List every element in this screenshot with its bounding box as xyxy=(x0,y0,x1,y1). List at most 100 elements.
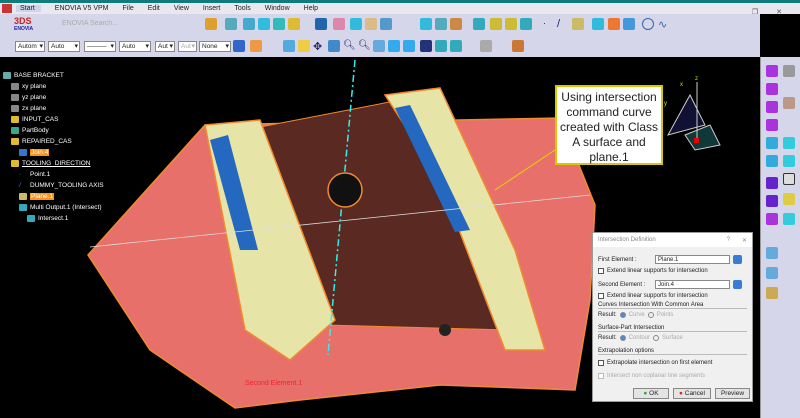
transparency-select[interactable]: Auto xyxy=(48,41,80,52)
split-icon[interactable] xyxy=(380,18,392,30)
fillet-icon[interactable] xyxy=(420,18,432,30)
point-icon[interactable]: · xyxy=(543,18,555,30)
compass-icon[interactable] xyxy=(783,213,795,225)
second-element-field[interactable]: Join.4 xyxy=(655,280,730,289)
extend-linear-2-checkbox[interactable] xyxy=(598,293,604,299)
tree-item-yz-plane[interactable]: yz plane xyxy=(11,94,46,101)
tree-item-point1[interactable]: · Point.1 xyxy=(19,171,50,178)
menu-edit[interactable]: Edit xyxy=(148,5,160,12)
extract-icon[interactable] xyxy=(473,18,485,30)
multisection-icon[interactable] xyxy=(315,18,327,30)
fly-mode-icon[interactable] xyxy=(283,40,295,52)
multi-view-icon[interactable] xyxy=(388,40,400,52)
menu-insert[interactable]: Insert xyxy=(203,5,221,12)
curvature-icon[interactable] xyxy=(766,287,778,299)
close-surface-icon[interactable] xyxy=(766,155,778,167)
menu-start[interactable]: Start xyxy=(16,5,41,12)
apply-material-icon[interactable] xyxy=(512,40,524,52)
curve-icon[interactable] xyxy=(592,18,604,30)
menu-window[interactable]: Window xyxy=(265,5,290,12)
dialog-close-button[interactable]: ✕ xyxy=(742,237,747,244)
tree-root[interactable]: BASE BRACKET xyxy=(3,72,64,79)
extend-linear-1-checkbox[interactable] xyxy=(598,268,604,274)
help-button[interactable]: ? xyxy=(727,237,730,243)
line-icon[interactable]: / xyxy=(557,18,569,30)
tree-item-partbody[interactable]: PartBody xyxy=(11,127,49,134)
chamfer-icon[interactable] xyxy=(435,18,447,30)
thickness-select[interactable]: Auto xyxy=(119,41,151,52)
sweep-icon[interactable] xyxy=(288,18,300,30)
measure-icon[interactable] xyxy=(480,40,492,52)
tree-item-tooling-direction[interactable]: TOOLING_DIRECTION xyxy=(11,160,91,167)
menu-enovia[interactable]: ENOVIA V5 VPM xyxy=(55,5,109,12)
groove-icon[interactable] xyxy=(766,119,778,131)
first-element-picker-icon[interactable] xyxy=(733,255,742,264)
color-select[interactable]: Autom xyxy=(15,41,45,52)
plane-icon[interactable] xyxy=(572,18,584,30)
circle-icon[interactable] xyxy=(642,18,654,30)
contour-radio[interactable] xyxy=(619,335,626,341)
ok-button[interactable]: ● OK xyxy=(633,388,669,399)
tree-item-repaired-cas[interactable]: REPAIRED_CAS xyxy=(11,138,72,145)
tree-item-join4[interactable]: Join.4 xyxy=(19,149,50,156)
first-element-field[interactable]: Plane.1 xyxy=(655,255,730,264)
constraint-icon[interactable] xyxy=(783,137,795,149)
corner-icon[interactable] xyxy=(608,18,620,30)
menu-view[interactable]: View xyxy=(174,5,189,12)
curve-radio[interactable] xyxy=(619,312,626,318)
sew-icon[interactable] xyxy=(766,195,778,207)
analysis-icon[interactable] xyxy=(766,247,778,259)
snap-icon[interactable] xyxy=(783,155,795,167)
thick-surface-icon[interactable] xyxy=(766,137,778,149)
layer-select-b[interactable]: Aut xyxy=(178,41,197,52)
offset-icon[interactable] xyxy=(273,18,285,30)
zoom-out-icon[interactable]: 🔍︎ xyxy=(358,40,371,52)
split-solid-icon[interactable] xyxy=(766,177,778,189)
sphere-icon[interactable] xyxy=(258,18,270,30)
shading-icon[interactable] xyxy=(420,40,432,52)
paintbrush-icon[interactable] xyxy=(233,40,245,52)
menu-help[interactable]: Help xyxy=(304,5,318,12)
tree-item-dummy-axis[interactable]: / DUMMY_TOOLING AXIS xyxy=(19,182,104,189)
draft-analysis-icon[interactable] xyxy=(766,267,778,279)
close-button[interactable]: ✕ xyxy=(776,8,782,16)
intersect-icon[interactable] xyxy=(505,18,517,30)
pocket-icon[interactable] xyxy=(766,83,778,95)
axis-system-icon[interactable] xyxy=(783,193,795,205)
transform-icon[interactable] xyxy=(450,18,462,30)
pan-icon[interactable]: ✥ xyxy=(313,40,325,53)
swap-space-icon[interactable] xyxy=(450,40,462,52)
spline-icon[interactable]: ∿ xyxy=(658,18,670,31)
second-element-picker-icon[interactable] xyxy=(733,280,742,289)
enovia-search-button[interactable]: ENOVIA Search... xyxy=(62,20,118,27)
fill-icon[interactable] xyxy=(333,18,345,30)
tree-item-xy-plane[interactable]: xy plane xyxy=(11,83,46,90)
project-icon[interactable] xyxy=(520,18,532,30)
layer-select[interactable]: None xyxy=(199,41,231,52)
tree-item-plane1[interactable]: Plane.1 xyxy=(19,193,55,200)
shaft-icon[interactable] xyxy=(766,101,778,113)
noncoplanar-checkbox[interactable] xyxy=(598,373,604,379)
zoom-in-icon[interactable]: 🔍︎ xyxy=(343,40,356,52)
rotate-icon[interactable] xyxy=(328,40,340,52)
pad-icon[interactable] xyxy=(766,65,778,77)
body-op-icon[interactable] xyxy=(766,213,778,225)
painter-icon[interactable] xyxy=(250,40,262,52)
hide-show-icon[interactable] xyxy=(435,40,447,52)
linetype-select[interactable]: ——— xyxy=(84,41,116,52)
tree-item-zx-plane[interactable]: zx plane xyxy=(11,105,46,112)
sketch-tool-icon[interactable] xyxy=(205,18,217,30)
tree-item-input-cas[interactable]: INPUT_CAS xyxy=(11,116,58,123)
tree-item-intersect1[interactable]: Intersect.1 xyxy=(27,215,68,222)
extrude-surface-icon[interactable] xyxy=(225,18,237,30)
menu-file[interactable]: File xyxy=(122,5,133,12)
blend-icon[interactable] xyxy=(350,18,362,30)
normal-view-icon[interactable] xyxy=(373,40,385,52)
extrapolate-checkbox[interactable] xyxy=(598,360,604,366)
points-radio[interactable] xyxy=(647,312,654,318)
preview-button[interactable]: Preview xyxy=(715,388,750,399)
fit-all-icon[interactable] xyxy=(298,40,310,52)
knowledge-icon[interactable] xyxy=(783,65,795,77)
formula-icon[interactable] xyxy=(783,97,795,109)
join-icon[interactable] xyxy=(365,18,377,30)
